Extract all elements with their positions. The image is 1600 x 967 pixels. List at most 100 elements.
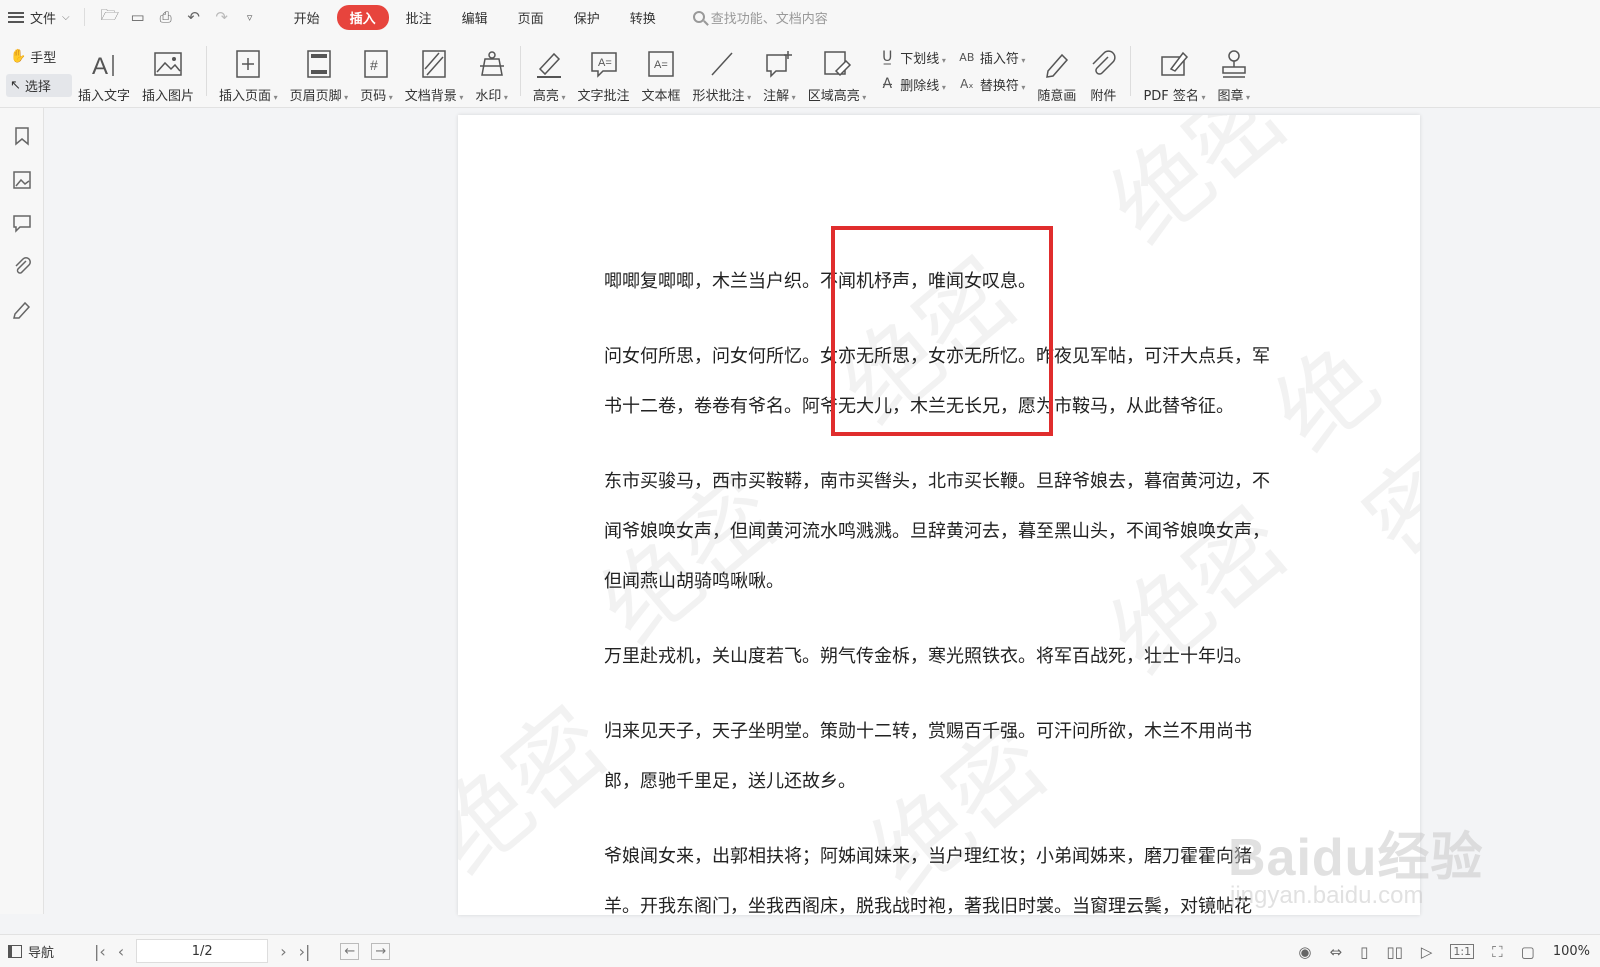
- thumbnail-icon[interactable]: [8, 166, 36, 194]
- strikethrough-button[interactable]: A̶ 删除线: [878, 75, 946, 94]
- highlight-annotation-box: [831, 226, 1053, 436]
- header-footer-label: 页眉页脚: [290, 85, 349, 104]
- bookmark-icon[interactable]: [8, 122, 36, 150]
- underline-button[interactable]: U̲ 下划线: [878, 48, 946, 67]
- hand-tool-label: 手型: [30, 50, 57, 66]
- area-highlight-button[interactable]: 区域高亮: [802, 38, 873, 104]
- attachment-icon[interactable]: [8, 252, 36, 280]
- strikethrough-icon: A̶: [882, 76, 893, 92]
- strikethrough-label: 删除线: [900, 75, 946, 94]
- zoom-level[interactable]: 100%: [1553, 944, 1590, 959]
- tab-protect[interactable]: 保护: [561, 5, 613, 30]
- stamp-button[interactable]: 图章: [1211, 38, 1256, 104]
- next-page-icon[interactable]: ›: [280, 942, 286, 961]
- replace-mark-label: 替换符: [980, 75, 1026, 94]
- hash-page-icon: #: [363, 47, 389, 81]
- tab-convert[interactable]: 转换: [617, 5, 669, 30]
- svg-text:A=: A=: [598, 57, 612, 69]
- text-cursor-icon: A: [89, 47, 119, 81]
- tab-comment[interactable]: 批注: [393, 5, 445, 30]
- shape-comment-button[interactable]: 形状批注: [687, 38, 758, 104]
- insert-image-button[interactable]: 插入图片: [136, 38, 200, 104]
- fit-width-icon[interactable]: ⇔: [1330, 943, 1343, 961]
- left-sidebar: [0, 108, 44, 914]
- page-indicator: 1/2: [191, 943, 213, 959]
- page-number-input[interactable]: 1/2: [136, 939, 269, 963]
- menu-icon: [8, 11, 24, 23]
- signature-icon: [1159, 47, 1189, 81]
- page-number-label: 页码: [360, 85, 393, 104]
- attachment-button[interactable]: 附件: [1082, 38, 1124, 104]
- prev-page-icon[interactable]: ‹: [118, 942, 124, 961]
- tab-page[interactable]: 页面: [505, 5, 557, 30]
- single-page-icon[interactable]: ▯: [1360, 943, 1368, 961]
- insert-mark-group: AB 插入符 Aₓ 替换符: [952, 48, 1032, 94]
- file-menu[interactable]: 文件 ⌵: [0, 0, 78, 34]
- select-tool-button[interactable]: ↖ 选择: [6, 73, 72, 97]
- tab-start[interactable]: 开始: [281, 5, 333, 30]
- back-icon[interactable]: ←: [340, 942, 360, 960]
- watermark-text: 绝密: [1089, 115, 1309, 266]
- play-icon[interactable]: ▷: [1421, 943, 1433, 961]
- forward-icon[interactable]: →: [371, 942, 391, 960]
- image-icon: [153, 47, 183, 81]
- zoom-icon[interactable]: ▢: [1521, 943, 1535, 961]
- panel-icon: [8, 944, 22, 958]
- paragraph: 归来见天子，天子坐明堂。策勋十二转，赏赐百千强。可汗问所欲，木兰不用尚书郎，愿驰…: [604, 721, 1252, 792]
- status-bar: 导航 |‹ ‹ 1/2 › ›| ← → ◉ ⇔ ▯ ▯▯ ▷ 1:1 ⛶ ▢ …: [0, 934, 1600, 967]
- freehand-button[interactable]: 随意画: [1031, 38, 1082, 104]
- stamp-icon: [1219, 47, 1249, 81]
- hand-tool-button[interactable]: ✋ 手型: [6, 45, 72, 68]
- tab-edit[interactable]: 编辑: [449, 5, 501, 30]
- doc-background-label: 文档背景: [405, 85, 464, 104]
- two-page-icon[interactable]: ▯▯: [1386, 943, 1403, 961]
- undo-icon[interactable]: ↶: [185, 8, 203, 26]
- watermark-button[interactable]: 水印: [469, 38, 514, 104]
- replace-mark-button[interactable]: Aₓ 替换符: [958, 75, 1026, 94]
- pdf-sign-button[interactable]: PDF 签名: [1137, 38, 1211, 104]
- comment-icon[interactable]: [8, 209, 36, 237]
- highlight-button[interactable]: 高亮: [527, 38, 572, 104]
- select-tool-label: 选择: [24, 79, 51, 95]
- insert-mark-button[interactable]: AB 插入符: [958, 48, 1026, 67]
- page-navigator: |‹ ‹ 1/2 › ›| ← →: [94, 939, 391, 963]
- area-highlight-icon: [822, 47, 852, 81]
- note-button[interactable]: 注解: [757, 38, 802, 104]
- baidu-url: jingyan.baidu.com: [1230, 882, 1424, 909]
- cursor-arrow-icon: ↖: [10, 77, 21, 93]
- header-footer-button[interactable]: 页眉页脚: [284, 38, 355, 104]
- underline-label: 下划线: [900, 48, 946, 67]
- actual-size-icon[interactable]: 1:1: [1450, 944, 1475, 959]
- open-folder-icon[interactable]: 🗁: [101, 5, 120, 30]
- doc-background-button[interactable]: 文档背景: [399, 38, 470, 104]
- tab-insert[interactable]: 插入: [336, 4, 389, 30]
- file-menu-label: 文件: [30, 11, 57, 27]
- text-comment-button[interactable]: A= 文字批注: [572, 38, 636, 104]
- save-icon[interactable]: ▭: [129, 8, 147, 26]
- text-comment-icon: A=: [589, 47, 619, 81]
- first-page-icon[interactable]: |‹: [94, 942, 106, 961]
- print-icon[interactable]: ⎙: [157, 8, 175, 26]
- quick-access-toolbar: 🗁 ▭ ⎙ ↶ ↷ ▿: [91, 5, 269, 30]
- customize-icon[interactable]: ▿: [241, 11, 259, 24]
- divider: [83, 8, 85, 26]
- fit-page-icon[interactable]: ⛶: [1492, 943, 1503, 961]
- insert-page-button[interactable]: 插入页面: [213, 38, 284, 104]
- svg-text:A: A: [92, 53, 108, 79]
- insert-text-button[interactable]: A 插入文字: [72, 38, 136, 104]
- navigation-toggle[interactable]: 导航: [0, 942, 80, 961]
- signature-panel-icon[interactable]: [8, 296, 36, 324]
- insert-mark-label: 插入符: [980, 48, 1026, 67]
- stamp-label: 图章: [1217, 85, 1250, 104]
- last-page-icon[interactable]: ›|: [299, 942, 311, 961]
- navigation-label: 导航: [28, 945, 55, 961]
- page-number-button[interactable]: # 页码: [354, 38, 399, 104]
- text-box-button[interactable]: A= 文本框: [636, 38, 687, 104]
- search-icon: [692, 11, 705, 23]
- markup-group: U̲ 下划线 A̶ 删除线: [872, 48, 952, 94]
- eye-protection-icon[interactable]: ◉: [1298, 943, 1311, 961]
- search-box[interactable]: 查找功能、文档内容: [692, 8, 828, 27]
- redo-icon[interactable]: ↷: [213, 8, 231, 26]
- insert-mark-icon: AB: [959, 50, 975, 64]
- chevron-down-icon: ⌵: [62, 11, 70, 23]
